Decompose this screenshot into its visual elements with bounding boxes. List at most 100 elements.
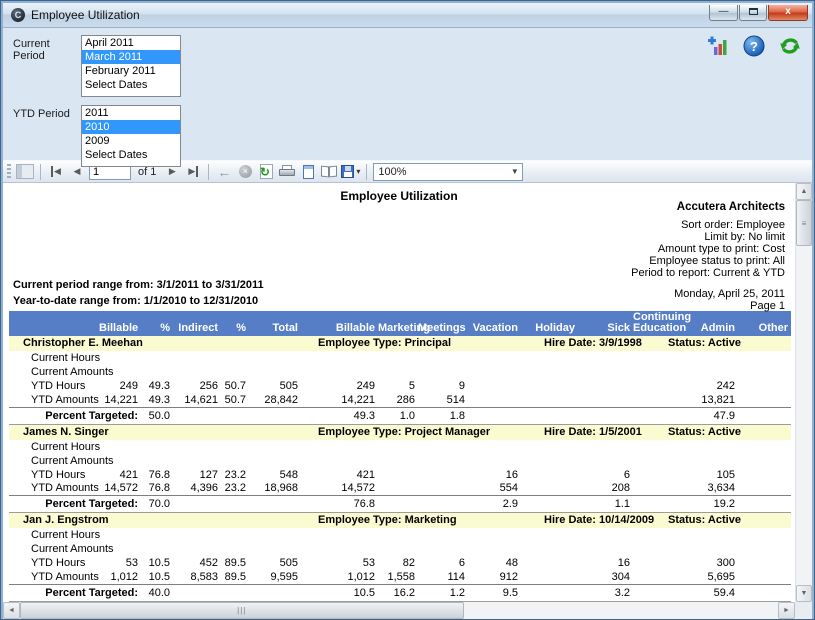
horizontal-scroll-track[interactable] — [464, 602, 778, 619]
table-cell — [173, 440, 221, 454]
table-cell — [633, 454, 685, 468]
scroll-down-button[interactable]: ▼ — [796, 585, 812, 602]
print-layout-button[interactable] — [299, 163, 317, 181]
maximize-button[interactable] — [739, 5, 767, 21]
table-cell — [521, 542, 578, 556]
table-cell: 452 — [173, 556, 221, 570]
table-cell: 50.0 — [141, 407, 173, 424]
table-cell: 9.5 — [468, 584, 521, 601]
row-label: Current Amounts — [9, 454, 99, 468]
horizontal-scroll-thumb[interactable]: ||| — [20, 602, 464, 619]
scroll-up-button[interactable]: ▲ — [796, 183, 812, 200]
table-cell — [633, 379, 685, 393]
close-button[interactable]: x — [768, 5, 808, 21]
scroll-left-button[interactable]: ◄ — [3, 602, 20, 619]
table-row: Current Hours — [9, 440, 791, 454]
table-cell — [633, 528, 685, 542]
table-cell — [633, 351, 685, 365]
stop-button[interactable]: × — [236, 163, 254, 181]
employee-type: Employee Type: Project Manager — [318, 425, 490, 440]
table-cell: 912 — [468, 570, 521, 584]
report-panel: Employee Utilization Accutera Architects… — [3, 183, 812, 619]
table-cell — [301, 365, 378, 379]
row-label: Current Hours — [9, 440, 99, 454]
chart-button[interactable] — [706, 34, 730, 58]
percent-targeted-row: Percent Targeted:50.049.31.01.847.9 — [9, 407, 791, 424]
table-cell — [738, 440, 791, 454]
list-item[interactable]: April 2011 — [82, 36, 180, 50]
table-cell: 10.5 — [301, 584, 378, 601]
table-cell — [418, 542, 468, 556]
table-cell: 421 — [99, 468, 141, 482]
table-cell — [578, 454, 633, 468]
table-cell — [738, 556, 791, 570]
vertical-scroll-thumb[interactable]: ≡ — [796, 200, 812, 246]
refresh-report-button[interactable]: ↻ — [257, 163, 275, 181]
zoom-select[interactable]: 100% ▼ — [373, 163, 523, 181]
maximize-icon — [749, 8, 758, 15]
table-cell — [99, 528, 141, 542]
table-header-row: Billable%Indirect%TotalBillableMarketing… — [9, 311, 791, 336]
table-cell — [249, 440, 301, 454]
company-name: Accutera Architects — [631, 201, 785, 213]
table-row: YTD Amounts14,57276.84,39623.218,96814,5… — [9, 482, 791, 496]
table-cell — [578, 365, 633, 379]
current-period-range: Current period range from: 3/1/2011 to 3… — [13, 277, 264, 293]
column-header: Sick — [578, 311, 633, 336]
refresh-icon — [779, 35, 801, 57]
page-setup-button[interactable] — [320, 163, 338, 181]
horizontal-scrollbar[interactable]: ◄ ||| ► — [3, 602, 795, 619]
table-cell: 514 — [418, 393, 468, 407]
table-cell — [738, 393, 791, 407]
minimize-button[interactable]: — — [709, 5, 738, 21]
table-cell — [141, 351, 173, 365]
table-cell — [578, 440, 633, 454]
table-cell — [578, 407, 633, 424]
export-button[interactable]: ▾ — [341, 163, 360, 181]
list-item[interactable]: Select Dates — [82, 148, 180, 162]
scroll-right-button[interactable]: ► — [778, 602, 795, 619]
last-page-button[interactable]: ▶ — [184, 163, 202, 181]
current-period-listbox[interactable]: April 2011 March 2011 February 2011 Sele… — [81, 35, 181, 97]
list-item-selected[interactable]: 2010 — [82, 120, 180, 134]
help-button[interactable]: ? — [742, 34, 766, 58]
employee-header: Christopher E. MeehanEmployee Type: Prin… — [9, 336, 791, 351]
table-cell — [738, 454, 791, 468]
table-cell: 5,695 — [685, 570, 738, 584]
list-item-selected[interactable]: March 2011 — [82, 50, 180, 64]
table-cell — [521, 440, 578, 454]
ytd-range: Year-to-date range from: 1/1/2010 to 12/… — [13, 293, 264, 309]
table-cell — [378, 454, 418, 468]
last-page-icon: ▶ — [188, 166, 198, 177]
table-cell: 48 — [468, 556, 521, 570]
toolbar-grip[interactable] — [7, 164, 11, 180]
table-cell — [521, 528, 578, 542]
vertical-scrollbar[interactable]: ▲ ≡ ▼ — [795, 183, 812, 602]
table-cell: 16 — [578, 556, 633, 570]
back-button[interactable]: ← — [215, 163, 233, 181]
table-cell — [521, 496, 578, 513]
table-cell — [521, 556, 578, 570]
table-cell — [738, 407, 791, 424]
table-cell — [521, 379, 578, 393]
ytd-period-listbox[interactable]: 2011 2010 2009 Select Dates — [81, 105, 181, 167]
column-header: Total — [249, 311, 301, 336]
titlebar: C Employee Utilization — x — [3, 3, 812, 28]
list-item[interactable]: 2011 — [82, 106, 180, 120]
table-cell — [173, 584, 221, 601]
table-cell — [173, 528, 221, 542]
table-cell — [633, 440, 685, 454]
table-cell: 300 — [685, 556, 738, 570]
list-item[interactable]: Select Dates — [82, 78, 180, 92]
table-cell — [578, 542, 633, 556]
table-cell: 59.4 — [685, 584, 738, 601]
table-cell: 47.9 — [685, 407, 738, 424]
refresh-button[interactable] — [778, 34, 802, 58]
table-cell — [633, 556, 685, 570]
print-button[interactable] — [278, 163, 296, 181]
table-cell — [221, 528, 249, 542]
list-item[interactable]: 2009 — [82, 134, 180, 148]
list-item[interactable]: February 2011 — [82, 64, 180, 78]
table-cell — [141, 365, 173, 379]
vertical-scroll-track[interactable] — [796, 246, 812, 585]
